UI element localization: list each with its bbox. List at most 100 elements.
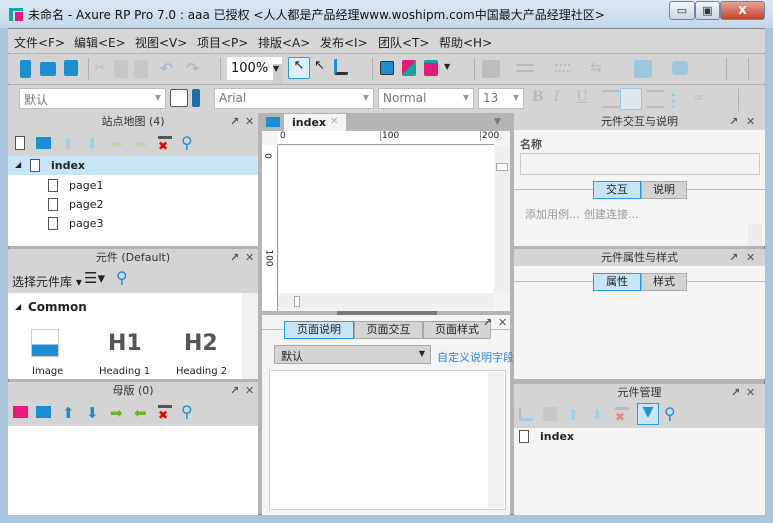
scrollbar[interactable] bbox=[748, 224, 762, 246]
delete-icon[interactable]: ✖ bbox=[158, 136, 172, 153]
copy-icon[interactable] bbox=[114, 60, 128, 78]
tab-notes[interactable]: 说明 bbox=[641, 181, 687, 199]
move-down-icon[interactable]: ⬇ bbox=[86, 404, 100, 422]
undock-icon[interactable]: ↗ bbox=[230, 382, 239, 399]
tab-page-interactions[interactable]: 页面交互 bbox=[354, 321, 423, 339]
tab-page-notes[interactable]: 页面说明 bbox=[284, 321, 354, 339]
expand-icon[interactable]: ◢ bbox=[15, 160, 21, 169]
font-size-select[interactable]: 13 ▼ bbox=[478, 88, 524, 109]
vertical-scrollbar[interactable] bbox=[494, 146, 510, 293]
undock-icon[interactable]: ↗ bbox=[230, 113, 239, 130]
add-case-link[interactable]: 添加用例... bbox=[525, 206, 580, 222]
brush-icon[interactable] bbox=[192, 89, 200, 107]
widget-group-common[interactable]: Common bbox=[28, 300, 87, 314]
menu-help[interactable]: 帮助<H> bbox=[439, 34, 492, 51]
delete-icon[interactable]: ✖ bbox=[615, 407, 629, 424]
menu-icon[interactable]: ☰▾ bbox=[84, 269, 105, 287]
library-select[interactable]: 选择元件库 ▾ bbox=[12, 273, 82, 290]
cut-icon[interactable]: ✂ bbox=[94, 60, 112, 78]
zoom-select[interactable]: 100% ▼ bbox=[227, 57, 282, 84]
tab-properties[interactable]: 属性 bbox=[593, 273, 641, 291]
name-input[interactable] bbox=[520, 153, 760, 175]
search-icon[interactable]: ⚲ bbox=[664, 404, 678, 423]
image-widget-icon[interactable] bbox=[31, 329, 59, 357]
close-panel-icon[interactable]: ✕ bbox=[746, 384, 755, 401]
tree-item-index[interactable]: index bbox=[51, 159, 85, 172]
format-painter-icon[interactable] bbox=[170, 89, 188, 107]
tab-index[interactable]: index ✕ bbox=[284, 114, 346, 131]
move-up-icon[interactable]: ⬆ bbox=[62, 404, 76, 422]
chevron-down-icon[interactable]: ▼ bbox=[494, 117, 501, 127]
tab-page-style[interactable]: 页面样式 bbox=[423, 321, 491, 339]
undock-icon[interactable]: ↗ bbox=[731, 384, 740, 401]
custom-fields-link[interactable]: 自定义说明字段 bbox=[437, 349, 514, 365]
search-icon[interactable]: ⚲ bbox=[181, 402, 195, 421]
shadow-icon[interactable] bbox=[672, 61, 688, 75]
undock-icon[interactable]: ↗ bbox=[729, 249, 738, 266]
arrow-style-icon[interactable]: ⇆ bbox=[590, 60, 608, 78]
italic-button[interactable]: I bbox=[554, 89, 572, 107]
menu-project[interactable]: 项目<P> bbox=[197, 34, 248, 51]
horizontal-scrollbar[interactable] bbox=[279, 293, 494, 309]
open-folder-icon[interactable] bbox=[40, 62, 56, 76]
align-left-icon[interactable] bbox=[602, 90, 620, 108]
heading1-widget-icon[interactable]: H1 bbox=[108, 331, 142, 356]
widget-heading-1[interactable]: Heading 1 bbox=[99, 366, 150, 377]
fill-color-icon[interactable] bbox=[634, 60, 652, 78]
preview-icon[interactable] bbox=[380, 61, 394, 75]
add-folder-icon[interactable] bbox=[36, 406, 51, 418]
add-master-icon[interactable] bbox=[13, 406, 28, 418]
add-page-icon[interactable] bbox=[15, 136, 25, 150]
tree-item-page1[interactable]: page1 bbox=[69, 179, 103, 192]
menu-edit[interactable]: 编辑<E> bbox=[74, 34, 126, 51]
indent-icon[interactable]: ➡ bbox=[110, 135, 124, 153]
menu-file[interactable]: 文件<F> bbox=[14, 34, 65, 51]
share-icon[interactable] bbox=[402, 60, 416, 76]
menu-team[interactable]: 团队<T> bbox=[378, 34, 429, 51]
copy-icon[interactable] bbox=[543, 407, 557, 421]
filter-icon[interactable]: ▼ bbox=[637, 403, 659, 425]
tree-item-page2[interactable]: page2 bbox=[69, 198, 103, 211]
menu-arrange[interactable]: 排版<A> bbox=[258, 34, 310, 51]
bullet-list-icon[interactable] bbox=[672, 90, 690, 108]
close-panel-icon[interactable]: ✕ bbox=[746, 113, 755, 130]
close-panel-icon[interactable]: ✕ bbox=[245, 249, 254, 266]
line-weight-icon[interactable] bbox=[516, 64, 534, 72]
undock-icon[interactable]: ↗ bbox=[729, 113, 738, 130]
add-folder-icon[interactable] bbox=[36, 137, 51, 149]
close-panel-icon[interactable]: ✕ bbox=[498, 316, 507, 329]
tab-style[interactable]: 样式 bbox=[641, 273, 687, 291]
line-style-icon[interactable] bbox=[554, 64, 572, 72]
widget-heading-2[interactable]: Heading 2 bbox=[176, 366, 227, 377]
indent-icon[interactable]: ➡ bbox=[110, 404, 124, 422]
delete-icon[interactable]: ✖ bbox=[158, 405, 172, 422]
select-intersected-icon[interactable]: ↖ bbox=[288, 57, 310, 79]
close-button[interactable]: X bbox=[720, 1, 765, 20]
new-file-icon[interactable] bbox=[20, 60, 31, 78]
outdent-icon[interactable]: ⬅ bbox=[134, 404, 148, 422]
undock-icon[interactable]: ↗ bbox=[483, 316, 492, 329]
manager-item-index[interactable]: index bbox=[540, 430, 574, 443]
widget-image[interactable]: Image bbox=[32, 366, 63, 377]
paste-icon[interactable] bbox=[134, 60, 148, 78]
tree-item-page3[interactable]: page3 bbox=[69, 217, 103, 230]
bold-button[interactable]: B bbox=[532, 89, 550, 107]
heading2-widget-icon[interactable]: H2 bbox=[184, 331, 218, 356]
search-icon[interactable]: ⚲ bbox=[181, 133, 195, 152]
chevron-down-icon[interactable]: ▼ bbox=[444, 62, 462, 80]
fill-format-icon[interactable] bbox=[482, 60, 500, 78]
connector-icon[interactable] bbox=[334, 59, 348, 75]
outdent-icon[interactable]: ⬅ bbox=[134, 135, 148, 153]
style-select[interactable]: 默认 ▼ bbox=[19, 88, 166, 109]
close-panel-icon[interactable]: ✕ bbox=[245, 113, 254, 130]
add-folder-icon[interactable] bbox=[519, 407, 533, 421]
move-up-icon[interactable]: ⬆ bbox=[567, 406, 581, 424]
tree-row-index[interactable] bbox=[8, 156, 258, 175]
close-panel-icon[interactable]: ✕ bbox=[746, 249, 755, 266]
underline-button[interactable]: U bbox=[576, 89, 594, 107]
scrollbar[interactable] bbox=[488, 372, 504, 508]
maximize-button[interactable]: ▣ bbox=[695, 1, 720, 20]
align-center-icon[interactable] bbox=[620, 88, 642, 110]
select-contained-icon[interactable]: ↖ bbox=[314, 58, 332, 76]
move-down-icon[interactable]: ⬇ bbox=[591, 406, 605, 424]
